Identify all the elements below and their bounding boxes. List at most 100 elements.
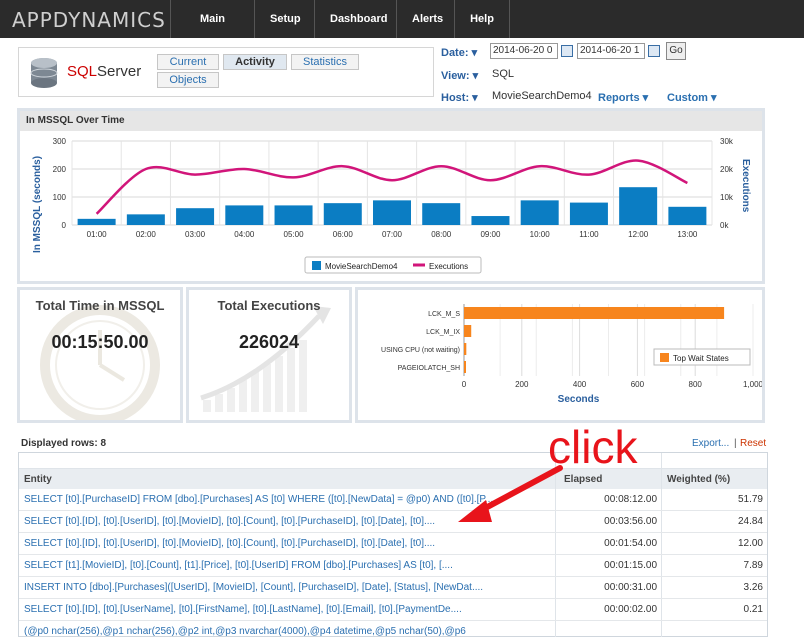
view-value: SQL [492, 68, 515, 80]
y2-tick-label: 20k [720, 165, 734, 174]
go-button[interactable]: Go [666, 42, 686, 60]
total-executions-label: Total Executions [217, 298, 321, 313]
host-label[interactable]: Host: ▾ [441, 91, 478, 104]
y-tick-label: 0 [62, 221, 67, 230]
legend-label: Top Wait States [673, 354, 729, 363]
tab-activity[interactable]: Activity [223, 54, 287, 70]
custom-menu[interactable]: Custom ▾ [667, 91, 717, 104]
export-link[interactable]: Export... [692, 438, 729, 449]
tab-current[interactable]: Current [157, 54, 219, 70]
table-row[interactable]: SELECT [t0].[ID], [t0].[UserName], [t0].… [19, 599, 767, 621]
x-tick-label: 03:00 [185, 230, 206, 239]
col-weighted-header[interactable]: Weighted (%) [667, 474, 730, 485]
bar [77, 218, 116, 225]
entity-cell[interactable]: INSERT INTO [dbo].[Purchases]([UserID], … [24, 582, 544, 593]
x-tick-label: 08:00 [431, 230, 452, 239]
entity-cell[interactable]: SELECT [t0].[ID], [t0].[UserID], [t0].[M… [24, 538, 544, 549]
click-annotation: click [548, 421, 638, 473]
bar [126, 214, 165, 225]
date-to-input[interactable]: 2014-06-20 1 [577, 43, 645, 59]
wait-bar [464, 325, 472, 337]
elapsed-cell: 00:00:02.00 [604, 604, 657, 615]
y-tick-label: 200 [53, 165, 67, 174]
elapsed-cell: 00:03:56.00 [604, 516, 657, 527]
y-tick-label: 300 [53, 137, 67, 146]
bar [176, 208, 215, 225]
x-tick-label: 09:00 [480, 230, 501, 239]
total-time-panel: Total Time in MSSQL 00:15:50.00 [17, 287, 183, 423]
table-row[interactable]: SELECT [t0].[ID], [t0].[UserID], [t0].[M… [19, 511, 767, 533]
total-time-label: Total Time in MSSQL [35, 298, 165, 313]
weighted-cell: 24.84 [737, 516, 763, 527]
y2-axis-label: Executions [740, 159, 751, 213]
legend-label: Executions [429, 262, 468, 271]
bar [471, 216, 510, 225]
nav-dashboard[interactable]: Dashboard [314, 0, 396, 38]
reports-menu[interactable]: Reports ▾ [598, 91, 648, 104]
y2-tick-label: 10k [720, 193, 734, 202]
x-tick-label: 07:00 [382, 230, 403, 239]
top-wait-states-chart: 0 200 400 600 800 1,000 LCK_M_S LCK_M_IX USING C… [381, 304, 762, 405]
x-tick-label: 13:00 [677, 230, 698, 239]
bar [569, 202, 608, 225]
x-tick-label: 0 [462, 380, 467, 389]
nav-help[interactable]: Help [454, 0, 510, 38]
bar [323, 203, 362, 225]
page-title: SQLServer [67, 63, 142, 80]
top-wait-states-panel: 0 200 400 600 800 1,000 LCK_M_S LCK_M_IX USING C… [355, 287, 765, 423]
table-row[interactable]: (@p0 nchar(256),@p1 nchar(256),@p2 int,@… [19, 621, 767, 637]
x-tick-label: 1,000 [743, 380, 762, 389]
entity-cell[interactable]: SELECT [t0].[ID], [t0].[UserName], [t0].… [24, 604, 544, 615]
bar [422, 203, 461, 225]
col-elapsed-header[interactable]: Elapsed [564, 474, 602, 485]
tab-statistics[interactable]: Statistics [291, 54, 359, 70]
separator: | [734, 438, 737, 449]
date-from-input[interactable]: 2014-06-20 0 [490, 43, 558, 59]
y-tick-label: LCK_M_IX [426, 329, 460, 336]
y2-tick-label: 30k [720, 137, 734, 146]
nav-alerts[interactable]: Alerts [396, 0, 454, 38]
table-row[interactable]: SELECT [t1].[MovieID], [t0].[Count], [t1… [19, 555, 767, 577]
y-tick-label: PAGEIOLATCH_SH [398, 365, 460, 372]
view-label[interactable]: View: ▾ [441, 69, 478, 82]
x-tick-label: 10:00 [530, 230, 551, 239]
sqlserver-header: SQLServer Current Activity Statistics Ob… [18, 47, 434, 97]
table-row[interactable]: SELECT [t0].[ID], [t0].[UserID], [t0].[M… [19, 533, 767, 555]
elapsed-cell: 00:08:12.00 [604, 494, 657, 505]
tab-objects[interactable]: Objects [157, 72, 219, 88]
nav-setup[interactable]: Setup [254, 0, 314, 38]
bar [274, 205, 313, 225]
entity-cell[interactable]: (@p0 nchar(256),@p1 nchar(256),@p2 int,@… [24, 626, 544, 637]
calendar-icon[interactable] [561, 45, 573, 57]
bar [668, 206, 707, 225]
x-tick-label: 11:00 [579, 230, 599, 239]
weighted-cell: 0.21 [743, 604, 763, 615]
table-row[interactable]: INSERT INTO [dbo].[Purchases]([UserID], … [19, 577, 767, 599]
y2-tick-label: 0k [720, 221, 729, 230]
weighted-cell: 51.79 [737, 494, 763, 505]
table-filter-row [19, 453, 767, 469]
x-axis-label: Seconds [558, 394, 600, 405]
y-axis-label: In MSSQL (seconds) [32, 156, 43, 253]
wait-bar [464, 307, 725, 319]
table-row[interactable]: SELECT [t0].[PurchaseID] FROM [dbo].[Pur… [19, 489, 767, 511]
entity-cell[interactable]: SELECT [t1].[MovieID], [t0].[Count], [t1… [24, 560, 544, 571]
nav-main-menu[interactable]: Main Menu [170, 0, 254, 63]
entity-cell[interactable]: SELECT [t0].[ID], [t0].[UserID], [t0].[M… [24, 516, 544, 527]
date-label[interactable]: Date: ▾ [441, 46, 477, 59]
main-nav: Main Menu Setup Dashboard Alerts Help [170, 0, 510, 63]
bar [619, 187, 658, 225]
weighted-cell: 7.89 [743, 560, 763, 571]
x-tick-label: 04:00 [234, 230, 255, 239]
col-entity-header[interactable]: Entity [24, 474, 52, 485]
wait-bar [464, 343, 467, 355]
entity-cell[interactable]: SELECT [t0].[PurchaseID] FROM [dbo].[Pur… [24, 494, 544, 505]
y-tick-label: LCK_M_S [428, 311, 460, 318]
x-tick-label: 400 [573, 380, 587, 389]
total-time-value: 00:15:50.00 [51, 332, 149, 352]
bar [225, 205, 264, 225]
calendar-icon[interactable] [648, 45, 660, 57]
reset-link[interactable]: Reset [740, 438, 766, 449]
wait-bar [464, 361, 466, 373]
legend-swatch [312, 261, 321, 270]
